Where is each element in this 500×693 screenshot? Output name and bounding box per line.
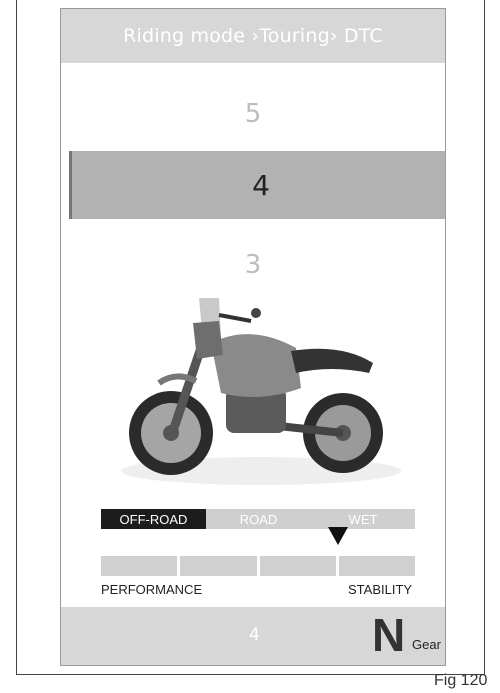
- riding-mode-selector: OFF-ROAD ROAD WET: [101, 509, 415, 529]
- option-selected-label: 4: [252, 168, 270, 202]
- option-below[interactable]: 3: [61, 235, 445, 295]
- tab-road[interactable]: ROAD: [206, 509, 311, 529]
- performance-label: PERFORMANCE: [101, 582, 203, 597]
- gear-label: Gear: [412, 637, 441, 652]
- level-segment: [180, 556, 257, 576]
- stability-label: STABILITY: [348, 582, 413, 597]
- option-selected[interactable]: 4: [69, 151, 445, 219]
- option-below-label: 3: [244, 250, 262, 280]
- dashboard-screen: Riding mode ›Touring› DTC 5 4 3 OFF-ROAD…: [60, 8, 446, 666]
- tab-wet[interactable]: WET: [311, 509, 415, 529]
- status-footer: 4 N Gear: [61, 607, 445, 665]
- level-segment: [259, 556, 336, 576]
- option-above[interactable]: 5: [61, 84, 445, 144]
- figure-caption: Fig 120: [434, 672, 488, 689]
- tab-off-road[interactable]: OFF-ROAD: [101, 509, 206, 529]
- level-marker-icon: [328, 527, 348, 545]
- option-above-label: 5: [244, 99, 262, 129]
- level-scale[interactable]: [101, 556, 415, 576]
- level-segment: [338, 556, 415, 576]
- breadcrumb-header: Riding mode ›Touring› DTC: [61, 9, 445, 63]
- motorcycle-image: [121, 298, 401, 485]
- level-segment: [101, 556, 178, 576]
- dtc-level-value: 4: [249, 625, 260, 645]
- gear-indicator: N: [372, 609, 406, 661]
- breadcrumb-text: Riding mode ›Touring› DTC: [123, 25, 383, 47]
